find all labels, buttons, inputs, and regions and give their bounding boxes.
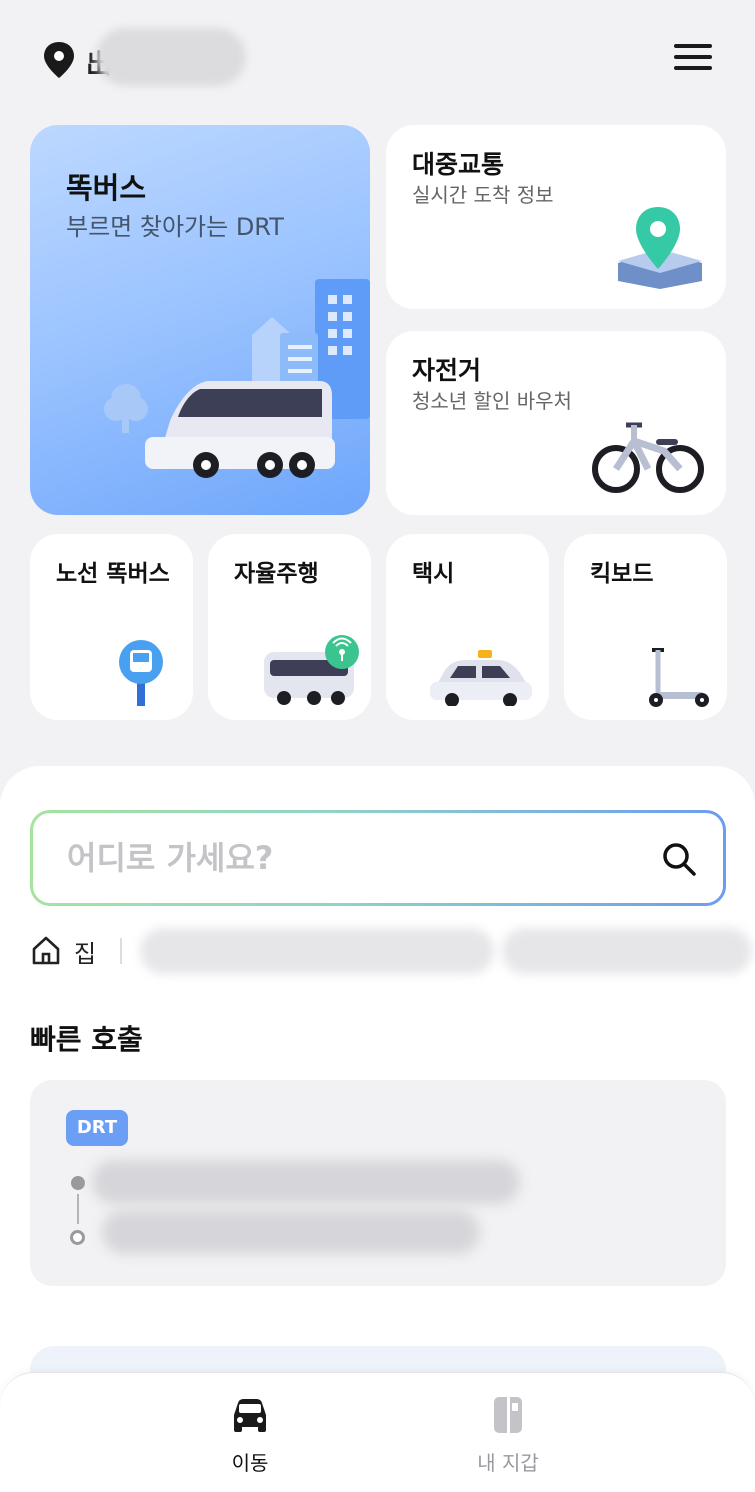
- drt-card[interactable]: 똑버스 부르면 찾아가는 DRT: [30, 125, 370, 515]
- bike-card-title: 자전거: [412, 356, 482, 385]
- drt-card-subtitle: 부르면 찾아가는 DRT: [66, 213, 284, 241]
- drt-van-illustration: [104, 279, 370, 478]
- scooter-icon: [649, 648, 709, 707]
- bus-stop-icon: [119, 640, 163, 706]
- search-box[interactable]: [30, 810, 726, 906]
- bottom-nav: 이동 내 지갑: [0, 1372, 755, 1492]
- bike-card-subtitle: 청소년 할인 바우처: [412, 389, 572, 413]
- search-box-inner: [33, 813, 723, 903]
- bicycle-icon: [592, 422, 704, 493]
- nav-wallet-label: 내 지갑: [477, 1451, 539, 1475]
- origin-dot: [71, 1176, 85, 1190]
- map-pin-icon[interactable]: [42, 40, 78, 80]
- location-redacted: [96, 28, 246, 86]
- taxi-card[interactable]: 택시: [386, 534, 549, 720]
- divider: [120, 938, 122, 964]
- recent-place-redacted[interactable]: [140, 928, 494, 974]
- hamburger-menu-icon[interactable]: [668, 40, 718, 80]
- nav-wallet[interactable]: 내 지갑: [428, 1393, 588, 1483]
- recent-place-redacted[interactable]: [502, 928, 752, 974]
- destination-dot: [70, 1230, 85, 1245]
- transit-card-subtitle: 실시간 도착 정보: [412, 183, 554, 207]
- route-line: [77, 1194, 79, 1224]
- autonomous-title: 자율주행: [234, 561, 319, 587]
- nav-move-label: 이동: [231, 1451, 269, 1475]
- autonomous-bus-icon: [264, 635, 359, 705]
- bike-card[interactable]: 자전거 청소년 할인 바우처: [386, 331, 726, 515]
- kickboard-title: 킥보드: [590, 561, 654, 587]
- drt-card-title: 똑버스: [66, 171, 147, 205]
- origin-redacted: [92, 1160, 520, 1204]
- destination-redacted: [102, 1210, 480, 1254]
- transit-card[interactable]: 대중교통 실시간 도착 정보: [386, 125, 726, 309]
- search-icon[interactable]: [661, 841, 697, 877]
- taxi-icon: [430, 650, 532, 706]
- quick-call-card[interactable]: DRT: [30, 1080, 726, 1286]
- nav-move[interactable]: 이동: [170, 1393, 330, 1483]
- home-label: 집: [74, 940, 97, 968]
- home-icon: [32, 936, 60, 965]
- drt-badge: DRT: [66, 1110, 128, 1146]
- map-marker-icon: [618, 207, 702, 289]
- transit-card-title: 대중교통: [412, 150, 505, 179]
- car-icon: [234, 1399, 266, 1432]
- search-input[interactable]: [67, 835, 627, 881]
- autonomous-card[interactable]: 자율주행: [208, 534, 371, 720]
- quick-call-title: 빠른 호출: [30, 1023, 143, 1056]
- wallet-icon: [494, 1397, 522, 1433]
- route-drt-title: 노선 똑버스: [56, 561, 170, 587]
- taxi-title: 택시: [412, 561, 455, 587]
- kickboard-card[interactable]: 킥보드: [564, 534, 727, 720]
- route-drt-card[interactable]: 노선 똑버스: [30, 534, 193, 720]
- header: 出: [0, 0, 755, 115]
